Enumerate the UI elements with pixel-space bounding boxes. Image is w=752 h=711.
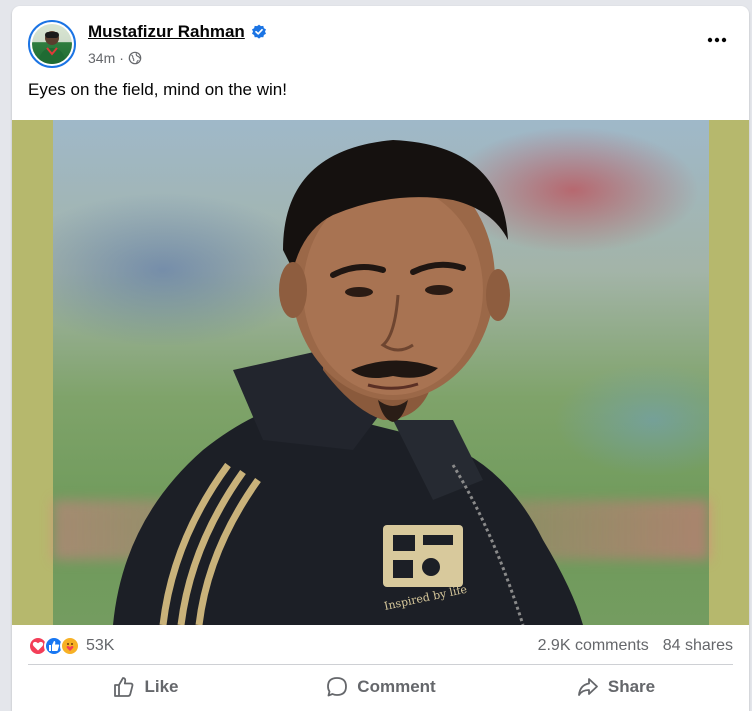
like-label: Like [144,677,179,696]
meta-separator: · [119,50,124,66]
more-options-button[interactable] [701,28,733,52]
reaction-summary[interactable]: 53K [28,636,114,656]
like-button[interactable]: Like [28,665,263,709]
thumbs-up-icon [114,677,134,697]
author-name[interactable]: Mustafizur Rahman [88,22,245,42]
share-arrow-icon [577,678,598,696]
post-actions: Like Comment Share [28,665,733,709]
verified-badge-icon [251,24,267,40]
post-header: Mustafizur Rahman 34m · [12,6,749,76]
post-stats: 53K 2.9K comments 84 shares [12,628,749,664]
globe-icon[interactable] [128,51,142,65]
shares-count[interactable]: 84 shares [663,637,733,655]
share-label: Share [607,677,656,696]
comments-count[interactable]: 2.9K comments [538,637,649,655]
author-avatar[interactable] [28,20,76,68]
post-timestamp[interactable]: 34m [88,50,115,66]
author-row: Mustafizur Rahman [88,22,267,42]
comment-bubble-icon [327,677,348,697]
post-caption: Eyes on the field, mind on the win! [28,80,287,99]
avatar-figure-icon [38,31,66,64]
care-reaction-icon [60,636,80,656]
reaction-count: 53K [86,637,115,654]
post-card: Mustafizur Rahman 34m · Eyes on the fiel… [12,6,749,711]
photo-content: Inspired by life [53,120,709,625]
comment-label: Comment [357,677,436,696]
more-dots-icon [707,37,727,43]
engagement-stats: 2.9K comments 84 shares [538,637,733,655]
post-meta: 34m · [88,50,142,66]
share-button[interactable]: Share [498,665,733,709]
avatar-photo [32,24,72,64]
comment-button[interactable]: Comment [263,665,498,709]
player-illustration: Inspired by life [113,140,583,625]
post-photo[interactable]: Inspired by life [12,120,749,625]
